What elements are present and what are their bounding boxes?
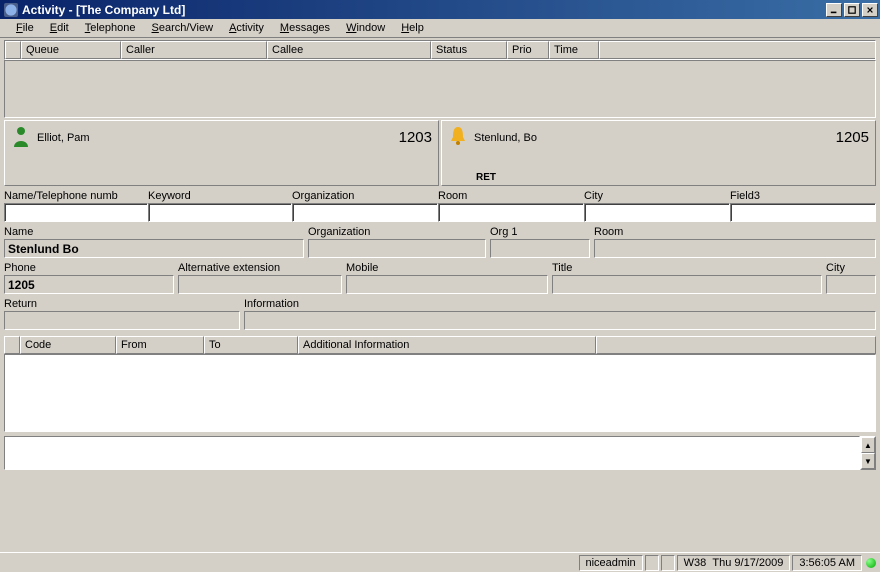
menu-telephone[interactable]: Telephone bbox=[77, 20, 144, 36]
menu-file[interactable]: File bbox=[8, 20, 42, 36]
label-d-org1: Org 1 bbox=[490, 226, 590, 238]
maximize-button[interactable] bbox=[844, 3, 860, 17]
message-scrollbar[interactable]: ▲ ▼ bbox=[860, 436, 876, 470]
search-name-tel[interactable] bbox=[4, 203, 148, 222]
caller-extension: 1203 bbox=[399, 129, 432, 146]
search-room[interactable] bbox=[438, 203, 584, 222]
menu-window[interactable]: Window bbox=[338, 20, 393, 36]
detail-row-3: Return Information bbox=[4, 298, 876, 330]
value-information bbox=[244, 311, 876, 330]
label-keyword: Keyword bbox=[148, 190, 292, 202]
scroll-down-button[interactable]: ▼ bbox=[861, 453, 875, 469]
status-time: 3:56:05 AM bbox=[792, 555, 862, 571]
window-titlebar: Activity - [The Company Ltd] bbox=[0, 0, 880, 19]
bell-icon bbox=[448, 125, 468, 150]
callee-status: RET bbox=[476, 172, 869, 183]
menu-activity[interactable]: Activity bbox=[221, 20, 272, 36]
status-ind-2 bbox=[661, 555, 675, 571]
info-col-from[interactable]: From bbox=[116, 336, 204, 354]
label-d-phone: Phone bbox=[4, 262, 174, 274]
value-title bbox=[552, 275, 822, 294]
callee-name: Stenlund, Bo bbox=[474, 132, 537, 144]
label-d-mobile: Mobile bbox=[346, 262, 548, 274]
label-room: Room bbox=[438, 190, 584, 202]
label-field3: Field3 bbox=[730, 190, 876, 202]
person-icon bbox=[11, 125, 31, 150]
label-city: City bbox=[584, 190, 730, 202]
queue-header: Queue Caller Callee Status Prio Time bbox=[4, 40, 876, 60]
message-text[interactable] bbox=[4, 436, 860, 470]
call-card-left[interactable]: Elliot, Pam 1203 bbox=[4, 120, 439, 186]
label-d-room: Room bbox=[594, 226, 876, 238]
info-col-code[interactable]: Code bbox=[20, 336, 116, 354]
info-col-spacer bbox=[596, 336, 876, 354]
callee-extension: 1205 bbox=[836, 129, 869, 146]
value-organization bbox=[308, 239, 486, 258]
info-col-additional[interactable]: Additional Information bbox=[298, 336, 596, 354]
info-col-to[interactable]: To bbox=[204, 336, 298, 354]
info-col-handle[interactable] bbox=[4, 336, 20, 354]
minimize-button[interactable] bbox=[826, 3, 842, 17]
label-d-city: City bbox=[826, 262, 876, 274]
menu-edit[interactable]: Edit bbox=[42, 20, 77, 36]
queue-col-handle[interactable] bbox=[5, 41, 21, 59]
status-led-icon bbox=[866, 558, 876, 568]
info-table: Code From To Additional Information bbox=[4, 336, 876, 432]
menu-search[interactable]: Search/View bbox=[144, 20, 222, 36]
value-city bbox=[826, 275, 876, 294]
detail-row-2: Phone1205 Alternative extension Mobile T… bbox=[4, 262, 876, 294]
value-return bbox=[4, 311, 240, 330]
info-table-header: Code From To Additional Information bbox=[4, 336, 876, 354]
scroll-up-button[interactable]: ▲ bbox=[861, 437, 875, 453]
value-room bbox=[594, 239, 876, 258]
queue-col-caller[interactable]: Caller bbox=[121, 41, 267, 59]
queue-col-spacer bbox=[599, 41, 875, 59]
search-keyword[interactable] bbox=[148, 203, 292, 222]
label-d-name: Name bbox=[4, 226, 304, 238]
search-city[interactable] bbox=[584, 203, 730, 222]
label-d-title: Title bbox=[552, 262, 822, 274]
info-table-body bbox=[4, 354, 876, 432]
queue-col-callee[interactable]: Callee bbox=[267, 41, 431, 59]
value-mobile bbox=[346, 275, 548, 294]
label-organization: Organization bbox=[292, 190, 438, 202]
value-phone: 1205 bbox=[4, 275, 174, 294]
label-name-tel: Name/Telephone numb bbox=[4, 190, 148, 202]
app-icon bbox=[4, 3, 18, 17]
window-buttons bbox=[826, 3, 880, 17]
value-org1 bbox=[490, 239, 590, 258]
search-organization[interactable] bbox=[292, 203, 438, 222]
search-field3[interactable] bbox=[730, 203, 876, 222]
queue-col-prio[interactable]: Prio bbox=[507, 41, 549, 59]
queue-col-time[interactable]: Time bbox=[549, 41, 599, 59]
queue-col-queue[interactable]: Queue bbox=[21, 41, 121, 59]
queue-body bbox=[4, 60, 876, 118]
message-area: ▲ ▼ bbox=[4, 436, 876, 470]
caller-name: Elliot, Pam bbox=[37, 132, 90, 144]
status-bar: niceadmin W38 Thu 9/17/2009 3:56:05 AM bbox=[0, 552, 880, 572]
call-cards: Elliot, Pam 1203 Stenlund, Bo 1205 RET bbox=[4, 120, 876, 186]
label-d-org: Organization bbox=[308, 226, 486, 238]
status-week-date: W38 Thu 9/17/2009 bbox=[677, 555, 791, 571]
status-user: niceadmin bbox=[579, 555, 643, 571]
label-d-altext: Alternative extension bbox=[178, 262, 342, 274]
label-d-info: Information bbox=[244, 298, 876, 310]
menu-bar: File Edit Telephone Search/View Activity… bbox=[0, 19, 880, 38]
call-card-right[interactable]: Stenlund, Bo 1205 RET bbox=[441, 120, 876, 186]
search-row: Name/Telephone numb Keyword Organization… bbox=[4, 190, 876, 222]
value-name: Stenlund Bo bbox=[4, 239, 304, 258]
value-altext bbox=[178, 275, 342, 294]
menu-messages[interactable]: Messages bbox=[272, 20, 338, 36]
window-title: Activity - [The Company Ltd] bbox=[22, 3, 826, 17]
close-button[interactable] bbox=[862, 3, 878, 17]
label-d-return: Return bbox=[4, 298, 240, 310]
status-ind-1 bbox=[645, 555, 659, 571]
detail-row-1: NameStenlund Bo Organization Org 1 Room bbox=[4, 226, 876, 258]
menu-help[interactable]: Help bbox=[393, 20, 432, 36]
queue-col-status[interactable]: Status bbox=[431, 41, 507, 59]
